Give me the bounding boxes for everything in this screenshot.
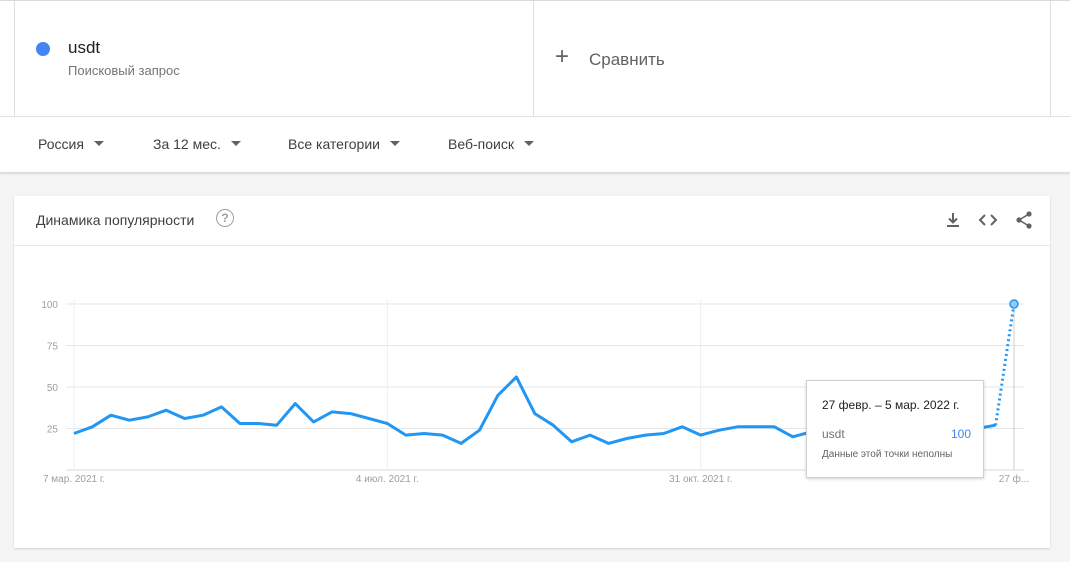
y-tick-label: 100 — [41, 300, 58, 311]
term-name[interactable]: usdt — [68, 38, 100, 58]
y-tick-label: 75 — [47, 342, 59, 353]
y-tick-label: 50 — [47, 383, 59, 394]
filter-period-label: За 12 мес. — [153, 136, 221, 152]
x-tick-label: 27 ф... — [999, 473, 1029, 485]
caret-down-icon — [230, 140, 241, 146]
caret-down-icon — [93, 140, 104, 146]
caret-down-icon — [523, 140, 534, 146]
help-icon[interactable]: ? — [216, 209, 234, 227]
filter-search-type[interactable]: Веб-поиск — [448, 136, 534, 152]
series-line-partial — [994, 303, 1016, 426]
term-color-dot — [36, 42, 50, 56]
y-tick-label: 25 — [47, 425, 59, 436]
chart-tooltip: 27 февр. – 5 мар. 2022 г. usdt 100 Данны… — [806, 380, 984, 478]
share-icon[interactable] — [1014, 210, 1034, 230]
term-row: usdt Поисковый запрос + Сравнить — [0, 0, 1070, 117]
tooltip-date: 27 февр. – 5 мар. 2022 г. — [822, 398, 960, 412]
term-type: Поисковый запрос — [68, 63, 180, 78]
tooltip-value: 100 — [950, 427, 971, 441]
x-tick-label: 31 окт. 2021 г. — [669, 474, 732, 485]
filter-period[interactable]: За 12 мес. — [153, 136, 241, 152]
card-title: Динамика популярности — [36, 212, 195, 228]
filter-category-label: Все категории — [288, 136, 380, 152]
compare-label: Сравнить — [589, 50, 665, 69]
compare-button[interactable]: + Сравнить — [533, 1, 1051, 116]
filter-category[interactable]: Все категории — [288, 136, 400, 152]
x-tick-label: 7 мар. 2021 г. — [43, 474, 105, 485]
search-term-card[interactable]: usdt Поисковый запрос — [14, 1, 534, 116]
filter-region-label: Россия — [38, 136, 84, 152]
x-tick-label: 4 июл. 2021 г. — [356, 474, 419, 485]
caret-down-icon — [389, 140, 400, 146]
plus-icon: + — [555, 43, 570, 70]
download-icon[interactable] — [943, 210, 963, 230]
embed-icon[interactable] — [978, 210, 998, 230]
tooltip-note: Данные этой точки неполны — [822, 449, 953, 460]
filter-search-type-label: Веб-поиск — [448, 136, 514, 152]
interest-over-time-card: Динамика популярности ? 25 50 75 100 7 мар. … — [14, 196, 1050, 548]
hover-point — [1009, 299, 1019, 309]
tooltip-term: usdt — [822, 427, 845, 441]
header-panel: usdt Поисковый запрос + Сравнить Россия … — [0, 0, 1070, 173]
filter-region[interactable]: Россия — [38, 136, 104, 152]
